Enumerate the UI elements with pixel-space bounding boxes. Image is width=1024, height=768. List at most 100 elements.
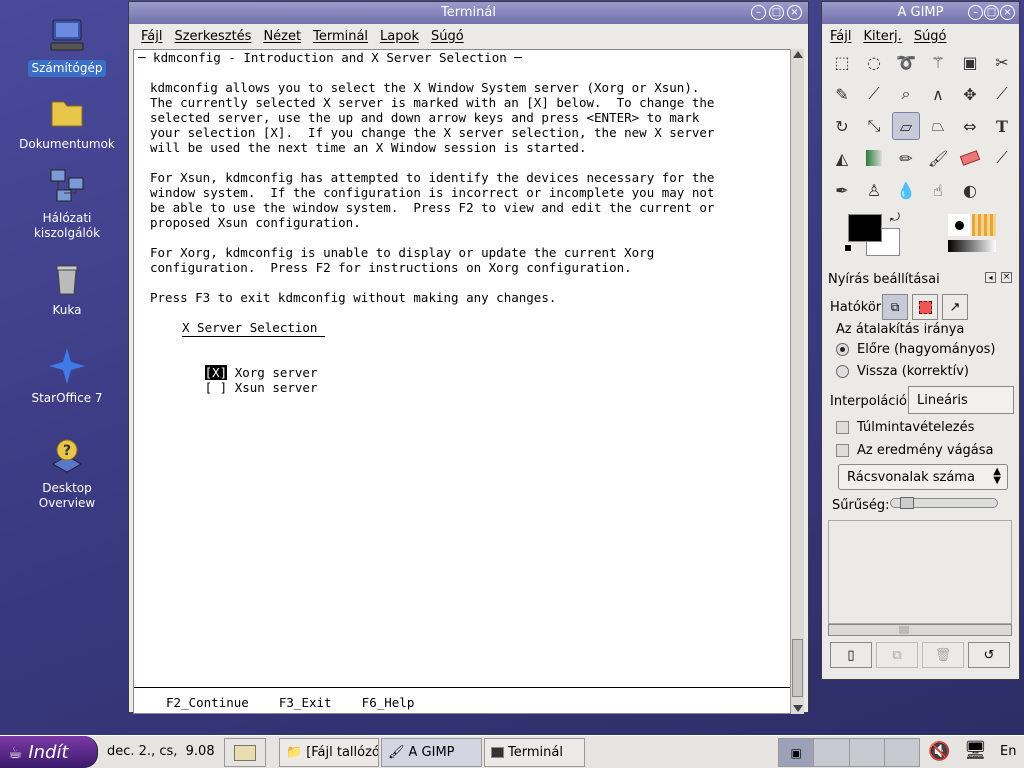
dodge-burn-icon[interactable]: ◐	[956, 176, 984, 204]
menu-extensions[interactable]: Kiterj.	[857, 29, 907, 44]
select-by-color-icon[interactable]: ▣	[956, 48, 984, 76]
volume-muted-icon[interactable]: 🔇	[928, 741, 950, 762]
scale-icon[interactable]: ⤡	[860, 112, 888, 140]
direction-forward[interactable]: Előre (hagyományos)	[836, 342, 996, 357]
brush-pattern-area[interactable]	[948, 214, 998, 254]
maximize-icon[interactable]: □	[769, 5, 784, 20]
terminal-scrollbar[interactable]	[790, 49, 804, 714]
smudge-icon[interactable]: ☝	[924, 176, 952, 204]
reset-icon[interactable]: ↺	[968, 642, 1010, 668]
color-picker-icon[interactable]: ⟋	[860, 80, 888, 108]
clock[interactable]: dec. 2., cs, 9.08	[107, 744, 215, 759]
scope-path-button[interactable]: ↗	[942, 294, 968, 320]
brush-preview-icon[interactable]	[948, 214, 970, 236]
minimize-icon[interactable]: –	[751, 5, 766, 20]
task-file-browser[interactable]: 📁[Fájl tallózó: /	[279, 738, 379, 767]
desktop-icon-trash[interactable]: Kuka	[12, 258, 122, 319]
crop-icon[interactable]: ⟋	[988, 80, 1016, 108]
flip-icon[interactable]: ⇔	[956, 112, 984, 140]
menu-tabs[interactable]: Lapok	[374, 29, 425, 44]
menu-edit[interactable]: Szerkesztés	[168, 29, 257, 44]
interpolation-select[interactable]: Lineáris	[908, 386, 1014, 414]
paths-icon[interactable]: ✎	[828, 80, 856, 108]
eraser-icon[interactable]	[956, 144, 984, 172]
desktop-icon-computer[interactable]: Számítógép	[12, 16, 122, 77]
workspace-3[interactable]	[850, 739, 885, 766]
new-icon[interactable]: ▯	[830, 642, 872, 668]
default-colors-icon[interactable]	[844, 244, 852, 252]
scroll-down-icon[interactable]	[793, 705, 803, 712]
trash-icon	[47, 258, 87, 298]
network-status-icon[interactable]: 🖥	[964, 740, 987, 761]
delete-icon[interactable]: 🗑	[922, 642, 964, 668]
scope-layer-button[interactable]: ⧉	[882, 294, 908, 320]
rotate-icon[interactable]: ↻	[828, 112, 856, 140]
desktop-icon-documents[interactable]: Dokumentumok	[12, 92, 122, 153]
blur-icon[interactable]: 💧	[892, 176, 920, 204]
lasso-icon[interactable]: ➰	[892, 48, 920, 76]
show-desktop-button[interactable]	[224, 738, 266, 767]
task-gimp[interactable]: 🖌 A GIMP	[381, 738, 482, 767]
airbrush-icon[interactable]: ⟋	[988, 144, 1016, 172]
supersampling-checkbox[interactable]: Túlmintavételezés	[836, 420, 974, 435]
terminal-titlebar[interactable]: Terminál – □ ×	[129, 2, 808, 24]
menu-view[interactable]: Nézet	[257, 29, 307, 44]
scroll-thumb[interactable]	[792, 639, 803, 697]
clone-icon[interactable]: ♙	[860, 176, 888, 204]
scope-selection-button[interactable]	[912, 294, 938, 320]
terminal-screen[interactable]: ─ kdmconfig - Introduction and X Server …	[133, 49, 804, 714]
desktop-icon-network[interactable]: Hálózati kiszolgálók	[12, 166, 122, 242]
rect-select-icon[interactable]: ⬚	[828, 48, 856, 76]
task-terminal[interactable]: Terminál	[484, 738, 585, 767]
workspace-2[interactable]	[814, 739, 850, 766]
zoom-icon[interactable]: ⌕	[892, 80, 920, 108]
workspace-switcher[interactable]: ▣	[778, 738, 920, 767]
start-button[interactable]: ☕ Indít	[0, 736, 98, 768]
pattern-preview-icon[interactable]	[972, 214, 996, 236]
options-hscroll[interactable]	[828, 624, 1012, 636]
gradient-preview[interactable]	[948, 240, 996, 252]
move-icon[interactable]: ✥	[956, 80, 984, 108]
menu-terminal[interactable]: Terminál	[307, 29, 374, 44]
bucket-fill-icon[interactable]: ◭	[828, 144, 856, 172]
maximize-icon[interactable]: □	[984, 5, 999, 20]
minimize-icon[interactable]: –	[968, 5, 983, 20]
workspace-1[interactable]: ▣	[779, 739, 815, 766]
gimp-titlebar[interactable]: A GIMP – □ ×	[822, 2, 1019, 24]
language-indicator[interactable]: En	[1000, 744, 1016, 759]
ellipse-select-icon[interactable]: ◌	[860, 48, 888, 76]
perspective-icon[interactable]: ⏢	[924, 112, 952, 140]
duplicate-icon[interactable]: ⧉	[876, 642, 918, 668]
panel-menu-icon[interactable]: ◂	[985, 272, 996, 283]
menu-help[interactable]: Súgó	[425, 29, 470, 44]
pencil-icon[interactable]: ✏	[892, 144, 920, 172]
slider-handle[interactable]	[900, 497, 915, 509]
scissors-icon[interactable]: ✂	[988, 48, 1016, 76]
clip-result-checkbox[interactable]: Az eredmény vágása	[836, 443, 994, 458]
desktop-icon-overview[interactable]: ? Desktop Overview	[12, 436, 122, 512]
magic-wand-icon[interactable]: ⚚	[924, 48, 952, 76]
density-slider[interactable]	[890, 497, 998, 509]
text-icon[interactable]: T	[988, 112, 1016, 140]
desktop-icon-staroffice[interactable]: StarOffice 7	[12, 346, 122, 407]
menu-file[interactable]: Fájl	[824, 29, 857, 44]
foreground-color-swatch[interactable]	[848, 214, 882, 242]
panel-close-icon[interactable]: ×	[1001, 272, 1012, 283]
direction-backward[interactable]: Vissza (korrektív)	[836, 364, 969, 379]
measure-icon[interactable]: ∧	[924, 80, 952, 108]
menu-help[interactable]: Súgó	[908, 29, 953, 44]
option-xsun[interactable]: [ ] Xsun server	[182, 365, 318, 410]
color-area[interactable]: ⤾	[842, 210, 906, 256]
swap-colors-icon[interactable]: ⤾	[890, 210, 900, 225]
hscroll-thumb[interactable]	[899, 626, 909, 634]
gradient-icon[interactable]	[860, 144, 888, 172]
scroll-up-icon[interactable]	[793, 51, 803, 58]
close-icon[interactable]: ×	[1000, 5, 1015, 20]
shear-icon[interactable]: ▱	[892, 112, 920, 140]
close-icon[interactable]: ×	[787, 5, 802, 20]
paintbrush-icon[interactable]: 🖌	[924, 144, 952, 172]
ink-icon[interactable]: ✒	[828, 176, 856, 204]
menu-file[interactable]: Fájl	[135, 29, 168, 44]
workspace-4[interactable]	[885, 739, 919, 766]
grid-select[interactable]: Rácsvonalak száma ▲ ▼	[838, 464, 1008, 490]
